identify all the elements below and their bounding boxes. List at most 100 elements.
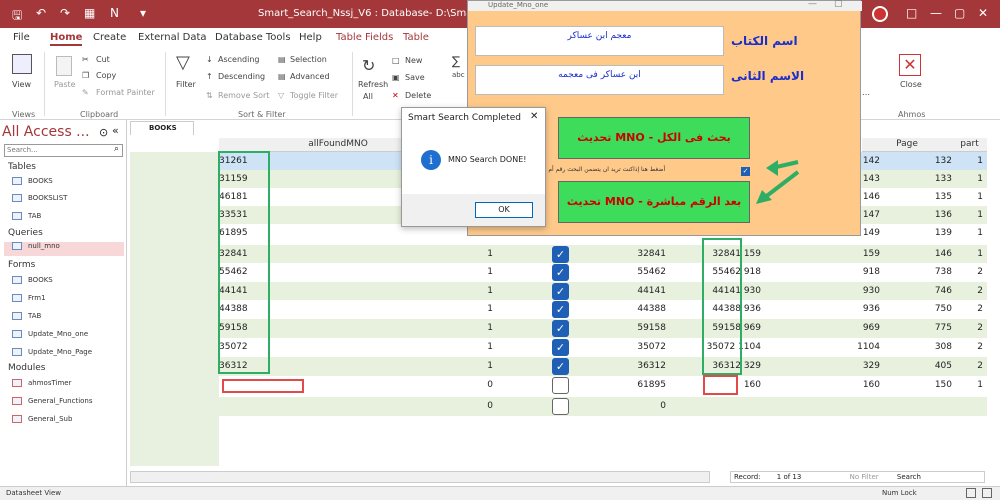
dialog-close-icon[interactable]: ✕: [530, 111, 538, 122]
spelling-icon[interactable]: abc: [452, 71, 465, 79]
cell-f[interactable]: 936: [800, 304, 880, 314]
paste-button[interactable]: Paste: [54, 80, 76, 89]
cell-d[interactable]: 59158: [569, 323, 666, 333]
design-view-icon[interactable]: [982, 488, 992, 498]
descending-button[interactable]: Descending: [218, 72, 265, 81]
nav-item-update-mno-page[interactable]: Update_Mno_Page: [12, 348, 122, 362]
nav-item-ahmostimer[interactable]: ahmosTimer: [12, 379, 122, 393]
table-row[interactable]: 0 61895 160 160 150 1: [219, 376, 987, 395]
delete-button[interactable]: Delete: [405, 91, 431, 100]
row-checkbox[interactable]: [552, 377, 569, 394]
cell-h[interactable]: 1: [955, 228, 983, 238]
remove-sort-icon[interactable]: ⇅: [206, 91, 213, 100]
table-icon[interactable]: ▦: [84, 6, 95, 20]
cell-b[interactable]: 1: [457, 304, 493, 314]
nav-item-update-mno-one[interactable]: Update_Mno_one: [12, 330, 122, 344]
cell-g[interactable]: 146: [885, 249, 952, 259]
toggle-filter-button[interactable]: Toggle Filter: [290, 91, 338, 100]
more-icon[interactable]: …: [862, 88, 870, 97]
filter-button[interactable]: Filter: [176, 80, 196, 89]
new-icon[interactable]: □: [392, 56, 400, 65]
descending-icon[interactable]: ↑: [206, 72, 213, 81]
cell-g[interactable]: 738: [885, 267, 952, 277]
cell-h[interactable]: 1: [955, 192, 983, 202]
nav-item-frm1[interactable]: Frm1: [12, 294, 122, 308]
cell-g[interactable]: 139: [885, 228, 952, 238]
cell-h[interactable]: 1: [955, 249, 983, 259]
toggle-filter-icon[interactable]: ▽: [278, 91, 284, 100]
row-checkbox[interactable]: ✓: [552, 264, 569, 281]
selection-button[interactable]: Selection: [290, 55, 327, 64]
advanced-button[interactable]: Advanced: [290, 72, 330, 81]
cell-d[interactable]: 35072: [569, 342, 666, 352]
cell-d[interactable]: 55462: [569, 267, 666, 277]
nav-collapse-icon[interactable]: «: [112, 124, 119, 137]
form-restore-icon[interactable]: ▢: [834, 0, 843, 9]
cell-f[interactable]: 918: [800, 267, 880, 277]
column-header-part[interactable]: part: [952, 138, 987, 152]
nav-dropdown-icon[interactable]: ⊙: [99, 126, 108, 139]
cell-g[interactable]: 746: [885, 286, 952, 296]
nav-section-forms[interactable]: Forms: [8, 260, 35, 270]
cell-f[interactable]: 969: [800, 323, 880, 333]
cell-g[interactable]: 135: [885, 192, 952, 202]
cell-h[interactable]: 1: [955, 156, 983, 166]
advanced-icon[interactable]: ▤: [278, 72, 286, 81]
cell-g[interactable]: 150: [885, 380, 952, 390]
nav-item-form-books[interactable]: BOOKS: [12, 276, 122, 290]
table-row[interactable]: 44141 1 44141 44141 930 930 746 2: [219, 282, 987, 301]
ascending-button[interactable]: Ascending: [218, 55, 259, 64]
cell-f[interactable]: 930: [800, 286, 880, 296]
cell-f[interactable]: 1104: [800, 342, 880, 352]
cell-h[interactable]: 2: [955, 323, 983, 333]
close-db-button[interactable]: Close: [900, 80, 922, 89]
search-icon[interactable]: ⌕: [114, 144, 119, 154]
cell-h[interactable]: 2: [955, 361, 983, 371]
remove-sort-button[interactable]: Remove Sort: [218, 91, 269, 100]
update-direct-button[interactable]: تحديث MNO - بعد الرقم مباشرة: [558, 181, 750, 223]
nav-item-tab[interactable]: TAB: [12, 212, 122, 226]
cell-d[interactable]: 61895: [569, 380, 666, 390]
row-checkbox[interactable]: ✓: [552, 320, 569, 337]
cell-b[interactable]: 0: [457, 380, 493, 390]
row-checkbox[interactable]: ✓: [552, 301, 569, 318]
cell-f[interactable]: 160: [800, 380, 880, 390]
view-icon[interactable]: [12, 54, 32, 74]
table-row[interactable]: 55462 1 55462 55462 918 918 738 2: [219, 263, 987, 282]
row-checkbox[interactable]: ✓: [552, 339, 569, 356]
cell-g[interactable]: 136: [885, 210, 952, 220]
row-checkbox[interactable]: [552, 398, 569, 415]
cut-icon[interactable]: ✂: [82, 55, 89, 64]
row-checkbox[interactable]: ✓: [552, 283, 569, 300]
book-name-field[interactable]: معجم ابن عساكر: [475, 26, 724, 56]
cell-g[interactable]: 133: [885, 174, 952, 184]
format-painter-icon[interactable]: ✎: [82, 88, 89, 97]
search-box[interactable]: Search: [897, 473, 921, 481]
delete-icon[interactable]: ✕: [392, 91, 399, 100]
sum-icon[interactable]: ∑: [452, 54, 460, 68]
cell-d[interactable]: 0: [569, 401, 666, 411]
save-icon[interactable]: 🖫: [12, 6, 22, 27]
cell-h[interactable]: 2: [955, 267, 983, 277]
undo-icon[interactable]: ↶: [36, 6, 46, 20]
refresh-icon[interactable]: ↻: [362, 56, 375, 75]
ok-button[interactable]: OK: [475, 202, 533, 218]
datasheet-view-icon[interactable]: [966, 488, 976, 498]
tab-file[interactable]: File: [13, 32, 30, 43]
cell-h[interactable]: 1: [955, 174, 983, 184]
cell-g[interactable]: 132: [885, 156, 952, 166]
row-checkbox[interactable]: ✓: [552, 358, 569, 375]
cell-d[interactable]: 36312: [569, 361, 666, 371]
row-checkbox[interactable]: ✓: [552, 246, 569, 263]
tab-create[interactable]: Create: [93, 32, 126, 43]
nav-item-form-tab[interactable]: TAB: [12, 312, 122, 326]
refresh-button[interactable]: Refresh: [358, 80, 388, 89]
refresh-all-label[interactable]: All: [363, 92, 373, 101]
close-icon[interactable]: ✕: [978, 6, 988, 20]
record-position[interactable]: 1 of 13: [777, 473, 802, 481]
table-row[interactable]: 00: [219, 397, 987, 416]
cell-h[interactable]: 2: [955, 286, 983, 296]
cell-h[interactable]: 2: [955, 304, 983, 314]
cell-g[interactable]: 775: [885, 323, 952, 333]
nav-item-null-mno[interactable]: null_mno: [4, 242, 124, 256]
